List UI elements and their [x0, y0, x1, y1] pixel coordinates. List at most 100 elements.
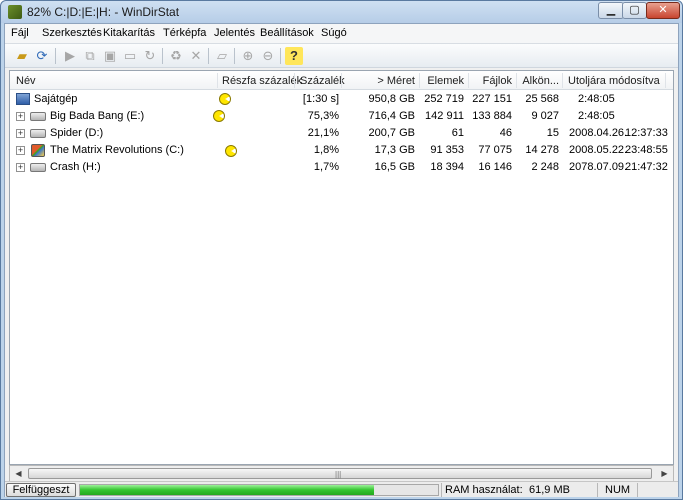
play-icon[interactable]: ▶: [61, 47, 79, 65]
menu-report[interactable]: Jelentés: [214, 27, 255, 39]
horizontal-scrollbar[interactable]: ◀ ||| ▶: [9, 465, 674, 482]
status-separator: [441, 483, 442, 497]
toolbar-separator: [280, 48, 281, 64]
row-percent: 1,8%: [313, 144, 339, 156]
expand-icon[interactable]: +: [16, 163, 25, 172]
scrollbar-thumb[interactable]: |||: [28, 468, 652, 479]
column-divider[interactable]: [468, 73, 469, 88]
list-header: Név Részfa százalék Százalék > Méret Ele…: [10, 71, 673, 90]
maximize-button[interactable]: ▢: [622, 2, 647, 19]
row-time: 2:48:05: [578, 110, 615, 122]
row-items: 252 719: [424, 93, 464, 105]
delete-icon[interactable]: ✕: [187, 47, 205, 65]
subtree-percent-pacman-icon: [213, 110, 225, 122]
row-date: 2008.04.26.: [569, 127, 628, 139]
column-header-last-modified[interactable]: Utoljára módosítva: [568, 75, 660, 87]
computer-icon: [16, 93, 30, 105]
row-size: 200,7 GB: [368, 127, 415, 139]
table-row[interactable]: + Spider (D:) 21,1% 200,7 GB 61 46 15 20…: [10, 125, 673, 142]
scroll-right-arrow-icon[interactable]: ▶: [657, 467, 672, 480]
row-files: 77 075: [478, 144, 512, 156]
directory-list: Név Részfa százalék Százalék > Méret Ele…: [9, 70, 674, 465]
menu-cleanup[interactable]: Kitakarítás: [103, 27, 155, 39]
row-percent: 21,1%: [307, 127, 339, 139]
zoom-out-icon[interactable]: ⊖: [259, 47, 277, 65]
column-header-subdirs[interactable]: Alkön...: [519, 75, 559, 87]
table-row[interactable]: + The Matrix Revolutions (C:) 1,8% 17,3 …: [10, 142, 673, 159]
menu-help[interactable]: Súgó: [321, 27, 347, 39]
row-name: Spider (D:): [50, 127, 104, 139]
drive-icon: [30, 112, 46, 121]
column-divider[interactable]: [562, 73, 563, 88]
row-items: 61: [451, 127, 464, 139]
drive-icon: [30, 129, 46, 138]
folder-icon[interactable]: ▱: [213, 47, 231, 65]
menu-treemap[interactable]: Térképfa: [163, 27, 206, 39]
title-bar[interactable]: 82% C:|D:|E:|H: - WinDirStat ▁ ▢ ✕: [1, 1, 682, 23]
scroll-left-arrow-icon[interactable]: ◀: [11, 467, 26, 480]
column-header-percent[interactable]: Százalék: [300, 75, 345, 87]
row-size: 716,4 GB: [368, 110, 415, 122]
command-prompt-icon[interactable]: ▭: [121, 47, 139, 65]
menu-edit[interactable]: Szerkesztés: [42, 27, 102, 39]
zoom-in-icon[interactable]: ⊕: [239, 47, 257, 65]
row-date: 2008.05.22.: [569, 144, 628, 156]
progress-fill: [80, 485, 374, 495]
column-divider[interactable]: [341, 73, 342, 88]
scrollbar-grip-icon: |||: [335, 470, 342, 479]
column-header-items[interactable]: Elemek: [422, 75, 464, 87]
row-percent: [1:30 s]: [302, 93, 339, 105]
expand-icon[interactable]: +: [16, 146, 25, 155]
row-name: Big Bada Bang (E:): [50, 110, 145, 122]
row-name: The Matrix Revolutions (C:): [50, 144, 184, 156]
row-percent: 1,7%: [313, 161, 339, 173]
window-title: 82% C:|D:|E:|H: - WinDirStat: [27, 5, 180, 19]
table-row[interactable]: + Big Bada Bang (E:) 75,3% 716,4 GB 142 …: [10, 108, 673, 125]
column-divider[interactable]: [419, 73, 420, 88]
open-folder-icon[interactable]: ▰: [13, 47, 31, 65]
row-subdirs: 15: [546, 127, 559, 139]
row-time: 23:48:55: [625, 144, 668, 156]
ram-usage-label: RAM használat:: [445, 484, 523, 496]
column-header-size[interactable]: > Méret: [346, 75, 415, 87]
row-percent: 75,3%: [307, 110, 339, 122]
menu-bar: Fájl Szerkesztés Kitakarítás Térképfa Je…: [5, 24, 678, 44]
help-icon[interactable]: ?: [285, 47, 303, 65]
row-subdirs: 2 248: [531, 161, 559, 173]
column-header-subtree-percent[interactable]: Részfa százalék: [222, 75, 302, 87]
column-divider[interactable]: [665, 73, 666, 88]
expand-icon[interactable]: +: [16, 129, 25, 138]
table-row[interactable]: Sajátgép [1:30 s] 950,8 GB 252 719 227 1…: [10, 91, 673, 108]
table-row[interactable]: + Crash (H:) 1,7% 16,5 GB 18 394 16 146 …: [10, 159, 673, 176]
column-divider[interactable]: [516, 73, 517, 88]
toolbar-separator: [55, 48, 56, 64]
menu-file[interactable]: Fájl: [11, 27, 29, 39]
refresh-all-icon[interactable]: ⟳: [33, 47, 51, 65]
row-name: Crash (H:): [50, 161, 101, 173]
column-divider[interactable]: [294, 73, 295, 88]
menu-options[interactable]: Beállítások: [260, 27, 314, 39]
row-date: 2078.07.09.: [569, 161, 628, 173]
column-header-files[interactable]: Fájlok: [471, 75, 512, 87]
copy-path-icon[interactable]: ⧉: [81, 47, 99, 65]
row-size: 17,3 GB: [374, 144, 415, 156]
column-divider[interactable]: [217, 73, 218, 88]
row-subdirs: 9 027: [531, 110, 559, 122]
windirstat-app-icon: [8, 5, 22, 19]
subtree-percent-pacman-icon: [219, 93, 231, 105]
close-button[interactable]: ✕: [646, 2, 680, 19]
expand-icon[interactable]: +: [16, 112, 25, 121]
row-items: 91 353: [430, 144, 464, 156]
row-name: Sajátgép: [34, 93, 78, 105]
ram-usage-value: 61,9 MB: [529, 484, 570, 496]
row-time: 12:37:33: [625, 127, 668, 139]
row-time: 21:47:32: [625, 161, 668, 173]
num-lock-indicator: NUM: [605, 484, 631, 496]
recycle-bin-icon[interactable]: ♻: [167, 47, 185, 65]
column-header-name[interactable]: Név: [16, 75, 36, 87]
toolbar-separator: [234, 48, 235, 64]
pause-button[interactable]: Felfüggeszt: [6, 483, 76, 497]
minimize-button[interactable]: ▁: [598, 2, 624, 19]
explorer-icon[interactable]: ▣: [101, 47, 119, 65]
refresh-selected-icon[interactable]: ↻: [141, 47, 159, 65]
